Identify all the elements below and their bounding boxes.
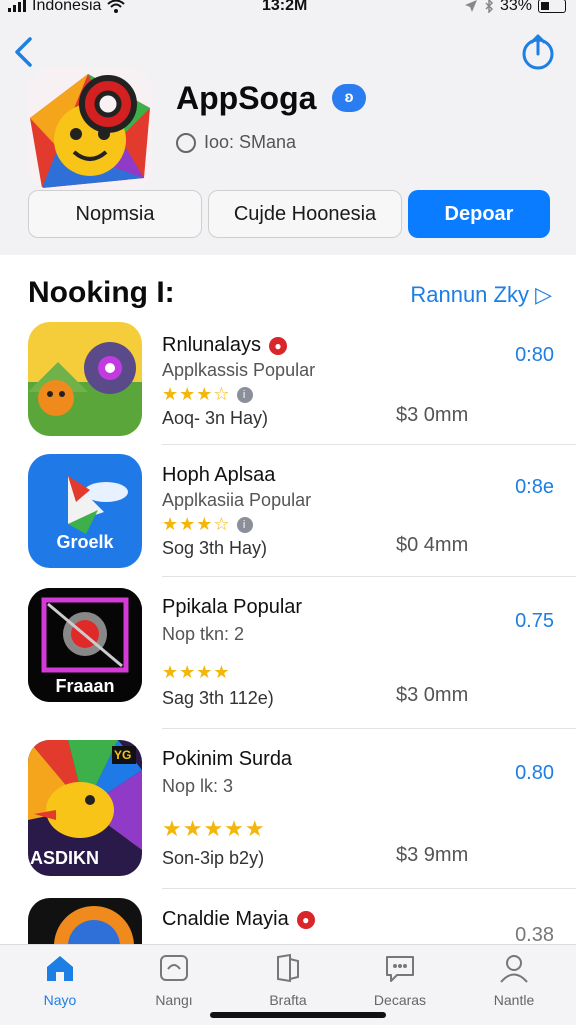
app-score[interactable]: 0.75 xyxy=(515,610,554,633)
developer-icon xyxy=(176,132,196,153)
app-name: AppSoga xyxy=(176,80,317,116)
app-icon-row-3: Fraaan xyxy=(28,588,142,702)
back-chevron-icon[interactable] xyxy=(12,36,34,68)
app-price: $3 0mm xyxy=(396,684,469,706)
star-rating: ★★★★★ xyxy=(162,816,266,841)
app-score[interactable]: 0:80 xyxy=(515,344,554,367)
battery-percent: 33% xyxy=(499,0,532,14)
app-title: Cnaldie Mayia xyxy=(162,908,289,930)
see-all-link[interactable]: Rannun Zky ▷ xyxy=(410,282,552,308)
tab-arcade[interactable]: Decaras xyxy=(352,953,448,1008)
info-icon: i xyxy=(236,387,253,404)
app-icon-row-5 xyxy=(28,898,142,944)
app-score[interactable]: 0:8e xyxy=(515,476,554,499)
tab-label: Nayo xyxy=(43,992,77,1008)
section-title: Nooking I: xyxy=(28,276,175,309)
tab-home[interactable]: Nayo xyxy=(12,953,108,1008)
app-title: Rnlunalays xyxy=(162,334,261,356)
home-indicator xyxy=(210,1012,386,1018)
app-icon-row-2: Groelk xyxy=(28,454,142,568)
app-meta: Sog 3th Hay) xyxy=(162,538,268,558)
tab-label: Nantle xyxy=(493,992,535,1008)
tab-profile[interactable]: Nantle xyxy=(466,953,562,1008)
icon-label-text: ASDIKN xyxy=(30,848,100,868)
app-title: Ppikala Popular xyxy=(162,596,303,618)
status-bar: Indonesia 13:2M 33% xyxy=(0,0,576,18)
share-icon[interactable] xyxy=(520,32,556,72)
location-icon xyxy=(464,0,477,12)
star-rating: ★★★☆ xyxy=(162,514,231,534)
ad-badge-icon: ● xyxy=(268,336,287,355)
app-score[interactable]: 0.80 xyxy=(515,762,554,785)
battery-icon xyxy=(538,0,566,13)
games-icon xyxy=(160,955,188,981)
divider xyxy=(162,728,576,729)
app-meta: Aoq- 3n Hay) xyxy=(162,408,269,428)
app-icon xyxy=(28,68,152,190)
icon-label-text: Fraaan xyxy=(55,676,115,696)
segmented-control: Nopmsia Cujde Hoonesia Depoar xyxy=(28,190,550,238)
star-rating: ★★★☆ xyxy=(162,384,231,404)
app-category: Nop tkn: 2 xyxy=(162,624,245,644)
person-icon xyxy=(500,955,528,983)
divider xyxy=(162,444,576,445)
chat-bubble-icon xyxy=(386,956,414,982)
app-icon-row-4: ASDIKN YG xyxy=(28,740,142,876)
developer-row[interactable]: Ioo: SMana xyxy=(176,132,296,153)
ad-badge-icon: ● xyxy=(296,910,315,929)
tab-label: Decaras xyxy=(373,992,427,1008)
segment-1[interactable]: Nopmsia xyxy=(28,190,202,238)
tab-games[interactable]: Nangı xyxy=(126,953,222,1008)
app-title: Hoph Aplsaa xyxy=(162,464,276,486)
clock: 13:2M xyxy=(262,0,308,14)
app-price: $3 0mm xyxy=(396,404,469,426)
home-icon xyxy=(47,956,73,981)
app-category: Nop lk: 3 xyxy=(162,776,234,796)
wifi-icon xyxy=(107,0,126,13)
bluetooth-icon xyxy=(485,0,494,13)
info-icon: i xyxy=(236,517,253,534)
tab-label: Nangı xyxy=(155,992,193,1008)
star-rating: ★★★★ xyxy=(162,662,231,682)
divider xyxy=(162,576,576,577)
icon-badge-text: YG xyxy=(114,748,132,762)
app-price: $3 9mm xyxy=(396,844,469,866)
apps-icon xyxy=(277,953,299,983)
app-meta: Son-3ip b2y) xyxy=(162,848,265,868)
app-title: Pokinim Surda xyxy=(162,748,293,770)
segment-2[interactable]: Cujde Hoonesia xyxy=(208,190,402,238)
carrier-label: Indonesia xyxy=(32,0,102,14)
app-category: Applkasiia Popular xyxy=(162,490,312,510)
segment-3-selected[interactable]: Depoar xyxy=(408,190,550,238)
verified-badge-icon: ʚ xyxy=(332,84,366,112)
tab-apps[interactable]: Brafta xyxy=(240,953,336,1008)
divider xyxy=(162,888,576,889)
signal-icon xyxy=(8,0,26,12)
app-meta: Sag 3th 112e) xyxy=(162,688,274,708)
icon-label-text: Groelk xyxy=(56,532,114,552)
developer-name: Ioo: SMana xyxy=(204,132,297,152)
tab-label: Brafta xyxy=(269,992,307,1008)
app-price: $0 4mm xyxy=(396,534,469,556)
app-category: Applkassis Popular xyxy=(162,360,316,380)
app-icon-row-1 xyxy=(28,322,142,436)
